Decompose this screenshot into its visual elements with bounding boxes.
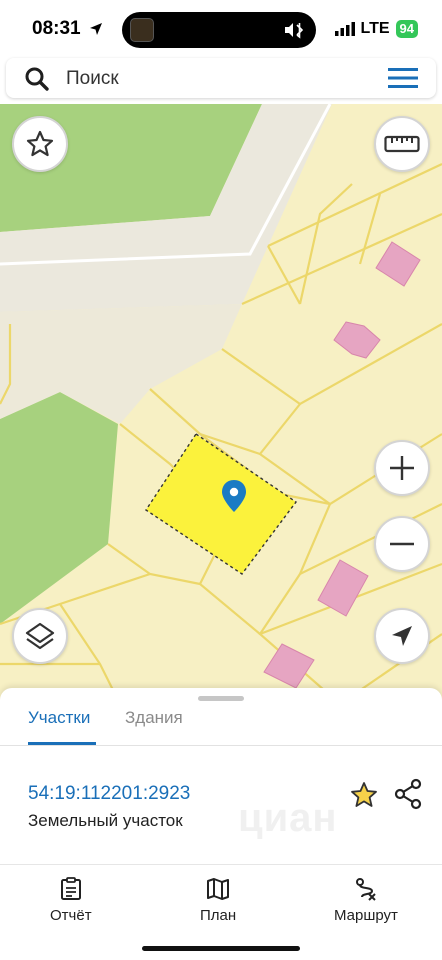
favorite-star-icon[interactable] <box>349 780 379 810</box>
search-input[interactable]: Поиск <box>66 68 119 90</box>
cadastral-number[interactable]: 54:19:112201:2923 <box>28 783 190 805</box>
nav-plan-label: План <box>200 907 237 924</box>
watermark-logo: циан <box>238 796 338 840</box>
nav-route-label: Маршрут <box>334 907 398 924</box>
report-icon <box>60 877 81 900</box>
now-playing-thumbnail <box>130 18 154 42</box>
tab-parcels[interactable]: Участки <box>28 708 90 728</box>
cadastral-map[interactable] <box>0 104 442 704</box>
home-indicator[interactable] <box>142 946 300 951</box>
zoom-out-button[interactable] <box>374 516 430 572</box>
plus-icon <box>390 456 414 480</box>
nav-route[interactable]: Маршрут <box>334 877 398 924</box>
minus-icon <box>390 542 414 546</box>
my-location-button[interactable] <box>374 608 430 664</box>
parcel-info-sheet[interactable]: Участки Здания циан 54:19:112201:2923 Зе… <box>0 688 442 864</box>
nav-plan[interactable]: План <box>200 877 236 924</box>
network-type: LTE <box>360 20 390 37</box>
dynamic-island <box>122 12 316 48</box>
search-icon[interactable] <box>24 66 50 92</box>
nav-report[interactable]: Отчёт <box>50 877 92 924</box>
bluetooth-audio-icon <box>285 23 304 39</box>
tabs-divider <box>0 745 442 746</box>
sheet-grabber[interactable] <box>198 696 244 701</box>
map-icon <box>207 878 230 900</box>
route-icon <box>355 878 376 901</box>
zoom-in-button[interactable] <box>374 440 430 496</box>
status-indicators: LTE 94 <box>334 20 418 38</box>
parcel-type: Земельный участок <box>28 811 183 830</box>
search-bar[interactable]: Поиск <box>6 58 436 98</box>
layers-icon <box>25 622 55 650</box>
layers-button[interactable] <box>12 608 68 664</box>
nav-report-label: Отчёт <box>50 907 92 924</box>
favorite-map-button[interactable] <box>12 116 68 172</box>
star-icon <box>26 130 54 157</box>
location-arrow-icon <box>89 23 102 35</box>
map-view[interactable] <box>0 104 442 704</box>
tab-buildings[interactable]: Здания <box>125 708 183 728</box>
signal-icon <box>334 22 355 36</box>
battery-level: 94 <box>395 20 418 38</box>
status-time: 08:31 <box>32 18 103 40</box>
ruler-icon <box>384 135 420 153</box>
share-icon[interactable] <box>393 778 423 810</box>
ruler-button[interactable] <box>374 116 430 172</box>
navigation-arrow-icon <box>392 626 412 646</box>
status-bar: 08:31 LTE 94 <box>0 0 442 56</box>
menu-icon[interactable] <box>388 68 418 88</box>
